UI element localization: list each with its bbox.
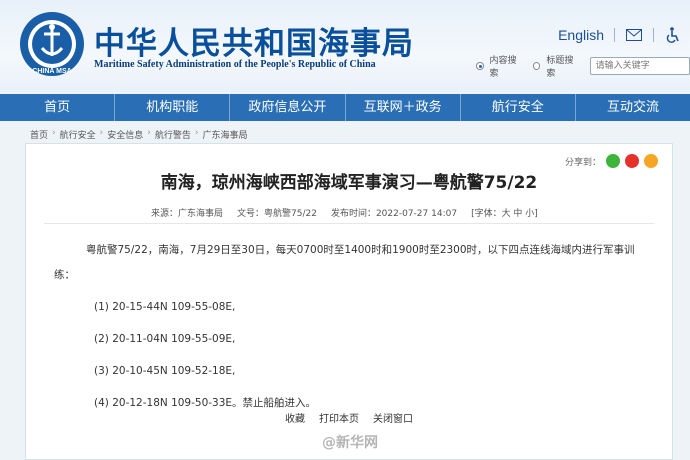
- article-panel: 分享到： 南海，琼州海峡西部海域军事演习—粤航警75/22 来源：广东海事局 文…: [25, 143, 673, 460]
- search-input[interactable]: 请输入关键字: [589, 57, 690, 75]
- article-number: 文号：粤航警75/22: [237, 209, 317, 219]
- coordinate-point: (3) 20-10-45N 109-52-18E,: [94, 365, 236, 377]
- radio-content-search[interactable]: [476, 62, 484, 70]
- china-msa-logo[interactable]: CHINA MSA: [18, 10, 86, 78]
- breadcrumb-navigation-safety[interactable]: 航行安全: [60, 128, 96, 141]
- breadcrumb-separator: ›: [52, 128, 56, 138]
- search-bar: 内容搜索 标题搜索 请输入关键字: [476, 53, 690, 79]
- nav-interaction[interactable]: 互动交流: [576, 94, 690, 121]
- divider: [614, 28, 615, 42]
- nav-organization[interactable]: 机构职能: [115, 94, 231, 121]
- site-header: CHINA MSA 中华人民共和国海事局 Maritime Safety Adm…: [0, 0, 690, 92]
- article-actions: 收藏 打印本页 关闭窗口: [26, 410, 672, 425]
- article-lead: 粤航警75/22，南海，7月29日至30日，每天0700时至1400时和1900…: [54, 244, 635, 281]
- accessibility-icon[interactable]: [664, 27, 682, 43]
- divider: [44, 223, 654, 224]
- divider: [653, 28, 654, 42]
- breadcrumb-separator: ›: [194, 128, 199, 138]
- mail-icon[interactable]: [625, 27, 643, 43]
- site-title-en: Maritime Safety Administration of the Pe…: [94, 59, 376, 70]
- breadcrumb-nav-warning[interactable]: 航行警告: [155, 128, 191, 141]
- nav-government-info[interactable]: 政府信息公开: [230, 94, 346, 121]
- watermark-text: @新华网: [322, 435, 378, 451]
- english-link[interactable]: English: [558, 27, 604, 43]
- article-body: 粤航警75/22，南海，7月29日至30日，每天0700时至1400时和1900…: [54, 238, 648, 416]
- breadcrumb-guangdong-msa[interactable]: 广东海事局: [203, 128, 248, 141]
- article-title: 南海，琼州海峡西部海域军事演习—粤航警75/22: [160, 173, 538, 193]
- breadcrumb-separator: ›: [147, 128, 151, 138]
- breadcrumb: 首页 › 航行安全 › 安全信息 › 航行警告 › 广东海事局: [30, 128, 248, 141]
- article-source: 来源：广东海事局: [151, 209, 224, 219]
- breadcrumb-separator: ›: [99, 128, 104, 138]
- nav-navigation-safety[interactable]: 航行安全: [461, 94, 576, 121]
- breadcrumb-safety-info[interactable]: 安全信息: [107, 128, 143, 141]
- nav-home[interactable]: 首页: [0, 94, 116, 121]
- coordinate-point: (2) 20-11-04N 109-55-09E,: [94, 333, 236, 345]
- main-nav: 首页 机构职能 政府信息公开 互联网＋政务 航行安全 互动交流: [0, 94, 690, 121]
- article-time: 发布时间：2022-07-27 14:07: [330, 209, 458, 219]
- site-title-cn[interactable]: 中华人民共和国海事局: [94, 18, 414, 63]
- font-size-control[interactable]: [字体：大 中 小]: [471, 206, 538, 219]
- radio-content-search-label: 内容搜索: [489, 56, 517, 79]
- qzone-icon[interactable]: [644, 154, 658, 168]
- print-button[interactable]: 打印本页: [319, 410, 359, 425]
- radio-title-search-label: 标题搜索: [546, 56, 574, 79]
- share-bar: 分享到：: [565, 154, 658, 168]
- article-meta: 来源：广东海事局 文号：粤航警75/22 发布时间：2022-07-27 14:…: [151, 206, 538, 219]
- watermark: @新华网: [322, 432, 378, 452]
- weibo-icon[interactable]: [625, 154, 639, 168]
- coordinate-point: (1) 20-15-44N 109-55-08E,: [94, 301, 236, 313]
- top-links: English: [558, 27, 682, 43]
- share-label: 分享到：: [564, 157, 601, 168]
- radio-title-search[interactable]: [532, 62, 541, 70]
- nav-internet-services[interactable]: 互联网＋政务: [346, 94, 461, 121]
- logo-text: CHINA MSA: [32, 68, 71, 75]
- breadcrumb-home[interactable]: 首页: [30, 128, 48, 141]
- favorite-button[interactable]: 收藏: [285, 410, 305, 425]
- close-window-button[interactable]: 关闭窗口: [373, 410, 413, 425]
- wechat-icon[interactable]: [606, 154, 620, 168]
